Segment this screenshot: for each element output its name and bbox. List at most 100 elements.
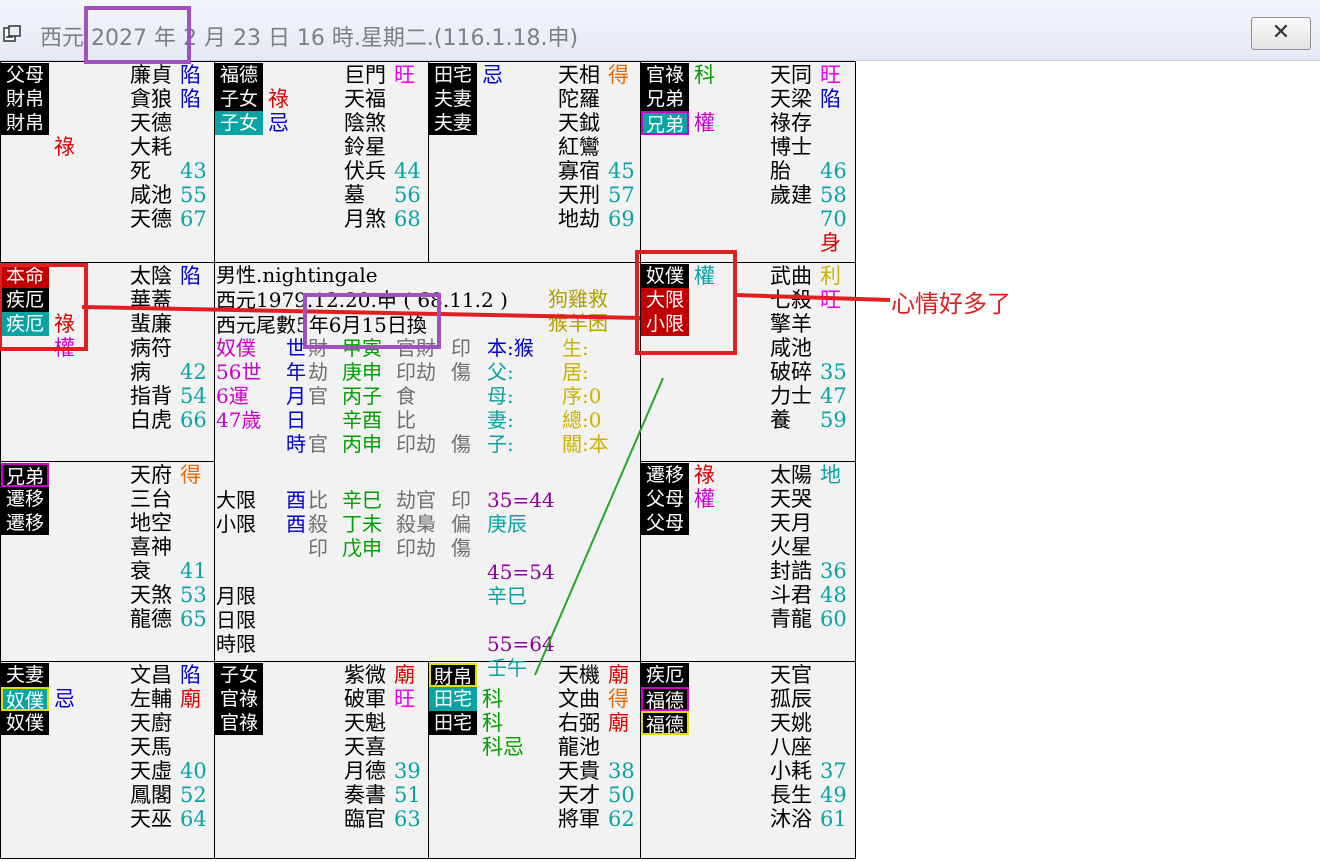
palace-tag: 財帛 [1, 87, 49, 111]
star-brightness: 51 [394, 783, 421, 807]
right-blank-area [856, 61, 1320, 862]
star-row: 將軍 62 [558, 807, 635, 831]
star-brightness [180, 735, 206, 759]
star-row: 天梁陷 [770, 87, 846, 111]
palace-tag: 奴僕 [1, 711, 49, 735]
star-row: 天機廟 [558, 663, 634, 687]
star-row: 封誥 36 [770, 559, 847, 583]
star-row: 臨官 63 [344, 807, 421, 831]
star-name: 天府 [130, 463, 172, 487]
center-grid-e: 比 [396, 408, 416, 432]
star-brightness: 利 [820, 264, 841, 288]
palace-tags: 福德 子女 子女 [215, 63, 263, 135]
hua-marker: 權 [694, 487, 715, 511]
center-grid-e: 印劫 [396, 360, 436, 384]
center-grid-b: 時 [286, 432, 306, 456]
center-grid-g: 妻: [487, 408, 514, 432]
star-name: 病 [130, 360, 151, 384]
star-brightness: 45 [608, 159, 635, 183]
center-grid-d: 丙申 [342, 432, 382, 456]
star-brightness [608, 87, 634, 111]
star-row: 鳳閣 52 [130, 783, 207, 807]
palace-tags: 夫妻 奴僕 奴僕 [1, 663, 49, 735]
center-grid-c: 財 [308, 336, 328, 360]
palace-tag: 財帛 [429, 663, 477, 687]
star-brightness: 旺 [394, 63, 415, 87]
hua-markers: 科權 [694, 63, 715, 135]
star-row: 火星 [770, 535, 846, 559]
star-brightness [180, 511, 206, 535]
star-name: 天巫 [130, 807, 172, 831]
star-name: 天姚 [770, 711, 812, 735]
center-gender-name: 男性.nightingale [216, 263, 378, 287]
star-brightness: 54 [180, 384, 207, 408]
palace-tags: 遷移 父母 父母 [641, 463, 689, 535]
palace-tag: 奴僕 [1, 687, 49, 711]
center-lower-g: 55=64 [487, 632, 555, 656]
star-row: 咸池 55 [130, 183, 207, 207]
center-grid-h: 關:本 [562, 432, 609, 456]
star-name: 貪狼 [130, 87, 172, 111]
star-brightness [180, 135, 206, 159]
hua-marker: 忌 [482, 63, 503, 87]
star-name: 天魁 [344, 711, 386, 735]
star-row: 天煞 53 [130, 583, 207, 607]
star-row: 胎 46 [770, 159, 847, 183]
star-name: 天機 [558, 663, 600, 687]
star-name: 月煞 [344, 207, 386, 231]
star-row: 天虛 40 [130, 759, 207, 783]
star-row: 病符 [130, 336, 206, 360]
center-lower-g: 辛巳 [487, 584, 527, 608]
hua-marker: 祿 [54, 135, 75, 159]
star-name: 天虛 [130, 759, 172, 783]
palace-tag: 子女 [215, 87, 263, 111]
star-row: 龍池 [558, 735, 634, 759]
star-name: 長生 [770, 783, 812, 807]
star-brightness: 49 [820, 783, 847, 807]
center-grid-a: 奴僕 [216, 336, 256, 360]
star-name: 火星 [770, 535, 812, 559]
star-row: 小耗 37 [770, 759, 847, 783]
star-row: 死 43 [130, 159, 207, 183]
star-name: 病符 [130, 336, 172, 360]
star-name: 天相 [558, 63, 600, 87]
star-brightness: 53 [180, 583, 207, 607]
star-row: 養 59 [770, 408, 847, 432]
center-note-1: 狗雞救 [548, 287, 608, 311]
star-brightness: 52 [180, 783, 207, 807]
center-lower-b: 酉 [286, 512, 306, 536]
star-brightness [180, 487, 206, 511]
star-row: 咸池 [770, 336, 846, 360]
star-row: 大耗 [130, 135, 206, 159]
star-brightness [394, 87, 420, 111]
star-brightness: 56 [394, 183, 421, 207]
palace-tag: 大限 [641, 288, 689, 312]
star-name: 天福 [344, 87, 386, 111]
palace-tag: 兄弟 [1, 463, 49, 487]
center-birth-date: 西元1979.12.20.申 ( 68.11.2 ) [216, 288, 508, 312]
star-row: 天貴 38 [558, 759, 635, 783]
star-row: 墓 56 [344, 183, 421, 207]
close-icon: ✕ [1271, 20, 1291, 45]
star-name: 臨官 [344, 807, 386, 831]
palace-tag: 父母 [641, 487, 689, 511]
palace-tag: 疾厄 [1, 312, 49, 336]
star-name: 八座 [770, 735, 812, 759]
palace-tag: 兄弟 [641, 111, 689, 135]
close-button[interactable]: ✕ [1251, 17, 1311, 50]
star-brightness [394, 711, 420, 735]
palace-tag: 田宅 [429, 63, 477, 87]
star-row: 伏兵 44 [344, 159, 421, 183]
center-lower-d: 丁未 [342, 512, 382, 536]
star-row: 青龍 60 [770, 607, 847, 631]
center-lower-d: 辛巳 [342, 488, 382, 512]
star-name: 天廚 [130, 711, 172, 735]
star-brightness: 42 [180, 360, 207, 384]
star-brightness: 62 [608, 807, 635, 831]
star-row: 喜神 [130, 535, 206, 559]
star-brightness [820, 336, 846, 360]
star-brightness [180, 711, 206, 735]
title-bar: 西元 2027 年 2 月 23 日 16 時.星期二.(116.1.18.申)… [0, 0, 1320, 61]
star-name: 龍池 [558, 735, 600, 759]
star-name: 右弼 [558, 711, 600, 735]
